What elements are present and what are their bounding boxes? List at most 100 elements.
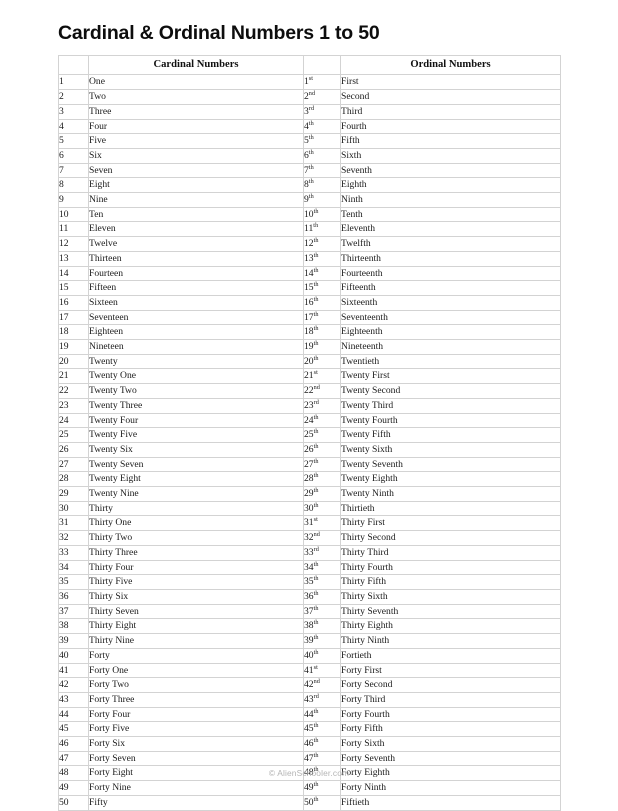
ordinal-suffix: th [313,648,319,656]
ordinal-digit-value: 40 [304,649,314,661]
ordinal-digit-value: 15 [304,282,314,294]
ordinal-digit-value: 16 [304,296,314,308]
page-title: Cardinal & Ordinal Numbers 1 to 50 [58,22,380,44]
table-row: 43 Forty Three 43rd Forty Third [58,691,561,708]
table-row: 39 Thirty Nine 39th Thirty Ninth [58,633,561,649]
table-row: 46 Forty Six 46th Forty Sixth [58,736,561,752]
cardinal-word: Forty [88,647,304,664]
ordinal-digit: 17th [303,309,341,326]
ordinal-digit: 10th [303,206,341,223]
cardinal-word: Twenty Six [88,441,304,458]
table-row: 22 Twenty Two 22nd Twenty Second [58,383,561,399]
table-row: 26 Twenty Six 26th Twenty Sixth [58,441,561,458]
ordinal-suffix: th [313,575,319,583]
ordinal-suffix: st [308,75,314,83]
ordinal-word: First [340,74,561,91]
cardinal-digit: 39 [58,633,89,649]
ordinal-word: Twenty Fifth [340,427,561,443]
ordinal-word: Twenty First [340,368,561,385]
ordinal-word: Twentieth [340,353,561,370]
ordinal-digit: 29th [303,486,341,502]
cardinal-word: Thirty [88,500,304,517]
cardinal-digit: 11 [58,221,89,238]
cardinal-digit: 21 [58,368,89,385]
table-row: 42 Forty Two 42nd Forty Second [58,677,561,693]
ordinal-suffix: th [308,134,314,142]
ordinal-word: Thirty Second [340,530,561,546]
table-row: 17 Seventeen 17th Seventeenth [58,309,561,326]
ordinal-word: Twenty Sixth [340,441,561,458]
cardinal-word: Sixteen [88,294,304,311]
ordinal-word: Twenty Second [340,383,561,399]
ordinal-digit-value: 24 [304,414,314,426]
ordinal-suffix: rd [313,692,319,700]
cardinal-word: Eight [88,177,304,194]
ordinal-digit-value: 38 [304,620,314,632]
table-row: 2 Two 2nd Second [58,89,561,105]
ordinal-digit: 5th [303,133,341,149]
ordinal-digit-value: 46 [304,738,314,750]
cardinal-word: Thirty One [88,515,304,532]
cardinal-word: Forty Five [88,721,304,738]
ordinal-suffix: th [313,736,319,744]
ordinal-word: Eighth [340,177,561,194]
header-cardinal-numbers: Cardinal Numbers [88,55,304,76]
cardinal-word: Seventeen [88,309,304,326]
ordinal-digit: 49th [303,780,341,796]
ordinal-digit: 39th [303,633,341,649]
ordinal-digit-value: 13 [304,252,314,264]
ordinal-digit-value: 23 [304,399,314,411]
cardinal-digit: 30 [58,500,89,517]
ordinal-digit: 7th [303,162,341,179]
ordinal-suffix: st [313,516,318,524]
cardinal-word: Ten [88,206,304,223]
ordinal-suffix: nd [313,531,320,538]
ordinal-digit: 23rd [303,397,341,414]
ordinal-digit: 33rd [303,544,341,561]
cardinal-word: Thirty Three [88,544,304,561]
ordinal-digit: 47th [303,750,341,767]
cardinal-word: Thirty Five [88,574,304,590]
ordinal-digit-value: 44 [304,708,314,720]
ordinal-digit-value: 50 [304,796,314,808]
ordinal-word: Twelfth [340,236,561,252]
cardinal-word: Thirty Nine [88,633,304,649]
ordinal-digit-value: 26 [304,443,314,455]
ordinal-digit: 27th [303,456,341,473]
ordinal-digit: 12th [303,236,341,252]
ordinal-word: Thirty Sixth [340,589,561,605]
table-row: 36 Thirty Six 36th Thirty Sixth [58,589,561,605]
table-row: 30 Thirty 30th Thirtieth [58,500,561,517]
table-row: 41 Forty One 41st Forty First [58,662,561,679]
table-row: 15 Fifteen 15th Fifteenth [58,280,561,296]
ordinal-suffix: th [308,163,314,171]
cardinal-digit: 33 [58,544,89,561]
cardinal-word: Twenty One [88,368,304,385]
ordinal-digit-value: 22 [304,385,314,397]
table-row: 25 Twenty Five 25th Twenty Fifth [58,427,561,443]
ordinal-digit-value: 14 [304,267,314,279]
ordinal-suffix: th [313,501,319,509]
cardinal-digit: 45 [58,721,89,738]
cardinal-digit: 32 [58,530,89,546]
ordinal-suffix: th [313,222,319,230]
cardinal-word: Twenty Two [88,383,304,399]
ordinal-digit: 41st [303,662,341,679]
ordinal-word: Eleventh [340,221,561,238]
ordinal-suffix: th [313,339,319,347]
cardinal-word: Eleven [88,221,304,238]
table-row: 12 Twelve 12th Twelfth [58,236,561,252]
cardinal-word: Twelve [88,236,304,252]
cardinal-word: Forty Three [88,691,304,708]
cardinal-digit: 19 [58,339,89,355]
cardinal-digit: 42 [58,677,89,693]
header-ordinal-numbers: Ordinal Numbers [340,55,561,76]
ordinal-word: Fourteenth [340,265,561,282]
cardinal-digit: 17 [58,309,89,326]
ordinal-suffix: th [313,795,319,803]
cardinal-word: Forty Seven [88,750,304,767]
footer-credit: © AlienSchooler.com [268,768,350,778]
ordinal-suffix: th [313,560,319,568]
ordinal-digit-value: 34 [304,561,314,573]
ordinal-suffix: th [313,310,319,318]
